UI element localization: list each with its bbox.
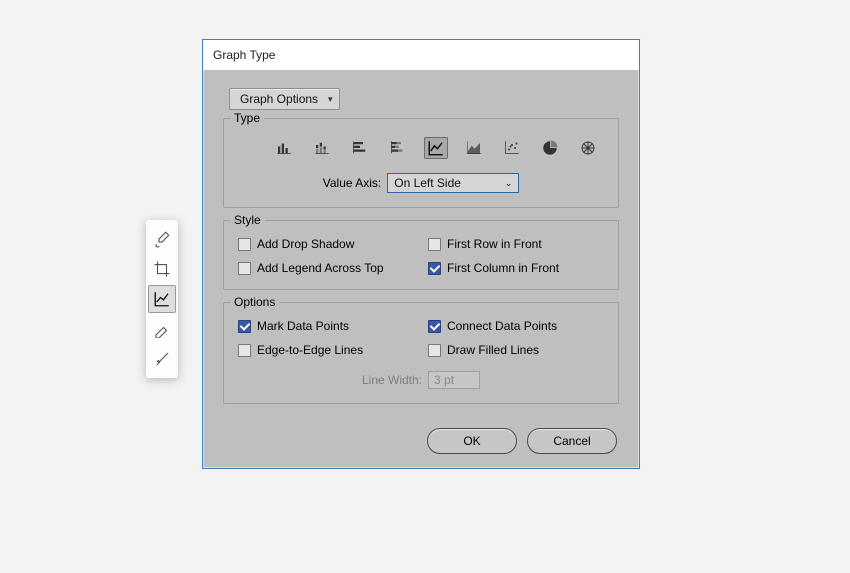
tool-line-graph[interactable] xyxy=(148,285,176,313)
line-width-label: Line Width: xyxy=(362,373,422,387)
area-graph-icon[interactable] xyxy=(462,137,486,159)
connect-data-points-checkbox[interactable]: Connect Data Points xyxy=(428,319,604,333)
checkbox-label: First Column in Front xyxy=(447,261,559,275)
checkbox-icon xyxy=(238,238,251,251)
add-legend-across-top-checkbox[interactable]: Add Legend Across Top xyxy=(238,261,428,275)
value-axis-select[interactable]: On Left Side ⌄ xyxy=(387,173,519,193)
ok-button[interactable]: OK xyxy=(427,428,517,454)
checkbox-label: Mark Data Points xyxy=(257,319,349,333)
checkbox-label: Draw Filled Lines xyxy=(447,343,539,357)
mark-data-points-checkbox[interactable]: Mark Data Points xyxy=(238,319,428,333)
options-fieldset: Options Mark Data Points Connect Data Po… xyxy=(223,302,619,404)
tool-brush[interactable] xyxy=(148,345,176,373)
checkbox-label: First Row in Front xyxy=(447,237,542,251)
chevron-down-icon: ▾ xyxy=(328,94,333,105)
type-legend: Type xyxy=(230,111,264,125)
tool-crop[interactable] xyxy=(148,255,176,283)
graph-options-dropdown[interactable]: Graph Options ▾ xyxy=(229,88,340,110)
stacked-bar-graph-icon[interactable] xyxy=(386,137,410,159)
line-width-input: 3 pt xyxy=(428,371,480,389)
tool-slice[interactable] xyxy=(148,315,176,343)
first-column-in-front-checkbox[interactable]: First Column in Front xyxy=(428,261,604,275)
checkbox-icon xyxy=(428,320,441,333)
dialog-title-bar: Graph Type xyxy=(203,40,639,70)
value-axis-value: On Left Side xyxy=(394,176,461,190)
scatter-graph-icon[interactable] xyxy=(500,137,524,159)
checkbox-label: Edge-to-Edge Lines xyxy=(257,343,363,357)
column-graph-icon[interactable] xyxy=(272,137,296,159)
graph-type-icon-row xyxy=(272,137,604,159)
checkbox-icon xyxy=(428,262,441,275)
edge-to-edge-lines-checkbox[interactable]: Edge-to-Edge Lines xyxy=(238,343,428,357)
dialog-body: Graph Options ▾ Type xyxy=(203,70,639,468)
dialog-button-row: OK Cancel xyxy=(223,428,617,454)
graph-type-dialog: Graph Type Graph Options ▾ Type xyxy=(202,39,640,469)
line-graph-icon[interactable] xyxy=(424,137,448,159)
first-row-in-front-checkbox[interactable]: First Row in Front xyxy=(428,237,604,251)
style-fieldset: Style Add Drop Shadow First Row in Front… xyxy=(223,220,619,290)
chevron-down-icon: ⌄ xyxy=(505,178,513,189)
checkbox-icon xyxy=(238,262,251,275)
draw-filled-lines-checkbox[interactable]: Draw Filled Lines xyxy=(428,343,604,357)
bar-graph-icon[interactable] xyxy=(348,137,372,159)
graph-options-label: Graph Options xyxy=(240,92,318,106)
checkbox-icon xyxy=(238,344,251,357)
value-axis-row: Value Axis: On Left Side ⌄ xyxy=(238,173,604,193)
cancel-button[interactable]: Cancel xyxy=(527,428,617,454)
dialog-title: Graph Type xyxy=(213,48,275,62)
pie-graph-icon[interactable] xyxy=(538,137,562,159)
line-width-row: Line Width: 3 pt xyxy=(238,371,604,389)
type-fieldset: Type xyxy=(223,118,619,208)
radar-graph-icon[interactable] xyxy=(576,137,600,159)
checkbox-label: Add Legend Across Top xyxy=(257,261,384,275)
stacked-column-graph-icon[interactable] xyxy=(310,137,334,159)
options-legend: Options xyxy=(230,295,279,309)
value-axis-label: Value Axis: xyxy=(323,176,381,190)
tool-eyedropper[interactable] xyxy=(148,225,176,253)
checkbox-label: Add Drop Shadow xyxy=(257,237,354,251)
checkbox-label: Connect Data Points xyxy=(447,319,557,333)
checkbox-icon xyxy=(428,344,441,357)
checkbox-icon xyxy=(428,238,441,251)
tool-palette xyxy=(146,220,178,378)
add-drop-shadow-checkbox[interactable]: Add Drop Shadow xyxy=(238,237,428,251)
checkbox-icon xyxy=(238,320,251,333)
style-legend: Style xyxy=(230,213,265,227)
